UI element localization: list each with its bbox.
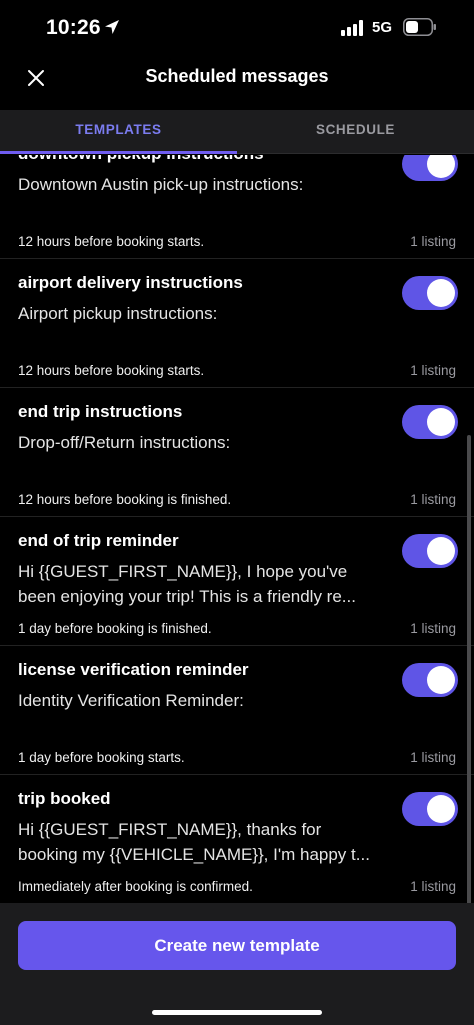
- template-listing-count: 1 listing: [410, 234, 456, 249]
- template-toggle[interactable]: [402, 276, 458, 310]
- template-preview: Airport pickup instructions:: [18, 301, 388, 326]
- template-preview-line: Hi {{GUEST_FIRST_NAME}}, I hope you've: [18, 562, 348, 581]
- template-item-end-of-trip-reminder[interactable]: end of trip reminder Hi {{GUEST_FIRST_NA…: [0, 517, 474, 646]
- template-preview-line: Airport pickup instructions:: [18, 304, 218, 323]
- network-label: 5G: [372, 19, 393, 36]
- template-listing-count: 1 listing: [410, 492, 456, 507]
- template-item-airport-delivery[interactable]: airport delivery instructions Airport pi…: [0, 259, 474, 388]
- scrollbar[interactable]: [467, 435, 471, 903]
- template-listing-count: 1 listing: [410, 363, 456, 378]
- template-schedule: 1 day before booking starts.: [18, 750, 185, 765]
- template-schedule: 12 hours before booking is finished.: [18, 492, 232, 507]
- toggle-knob: [427, 537, 455, 565]
- template-item-end-trip[interactable]: end trip instructions Drop-off/Return in…: [0, 388, 474, 517]
- template-item-downtown-pickup[interactable]: downtown pickup instructions Downtown Au…: [0, 155, 474, 259]
- template-list[interactable]: downtown pickup instructions Downtown Au…: [0, 155, 474, 903]
- template-schedule: 1 day before booking is finished.: [18, 621, 212, 636]
- template-preview: Identity Verification Reminder:: [18, 688, 388, 713]
- template-preview-line: Downtown Austin pick-up instructions:: [18, 175, 304, 194]
- template-list-content: downtown pickup instructions Downtown Au…: [0, 155, 474, 903]
- cellular-signal-icon: [341, 20, 363, 36]
- template-preview: Drop-off/Return instructions:: [18, 430, 388, 455]
- template-preview: Hi {{GUEST_FIRST_NAME}}, I hope you've b…: [18, 559, 388, 609]
- tab-active-indicator: [0, 151, 237, 154]
- template-preview: Downtown Austin pick-up instructions:: [18, 172, 388, 197]
- template-schedule: 12 hours before booking starts.: [18, 363, 205, 378]
- toggle-knob: [427, 795, 455, 823]
- location-arrow-icon: [105, 20, 119, 34]
- template-preview-line: Hi {{GUEST_FIRST_NAME}}, thanks for: [18, 820, 322, 839]
- template-title: end of trip reminder: [18, 531, 179, 550]
- template-title: airport delivery instructions: [18, 273, 243, 292]
- status-time: 10:26: [46, 16, 101, 39]
- template-toggle[interactable]: [402, 405, 458, 439]
- template-toggle[interactable]: [402, 792, 458, 826]
- home-indicator: [152, 1010, 322, 1015]
- template-preview-line: Identity Verification Reminder:: [18, 691, 244, 710]
- status-bar: 10:26 5G: [0, 0, 474, 56]
- toggle-knob: [427, 408, 455, 436]
- template-toggle[interactable]: [402, 155, 458, 181]
- template-listing-count: 1 listing: [410, 750, 456, 765]
- create-template-button[interactable]: Create new template: [18, 921, 456, 970]
- tab-schedule[interactable]: SCHEDULE: [237, 110, 474, 154]
- tab-bar: TEMPLATES SCHEDULE: [0, 110, 474, 154]
- template-toggle[interactable]: [402, 534, 458, 568]
- template-item-trip-booked[interactable]: trip booked Hi {{GUEST_FIRST_NAME}}, tha…: [0, 775, 474, 903]
- footer: Create new template: [0, 903, 474, 1025]
- template-title: end trip instructions: [18, 402, 183, 421]
- template-schedule: Immediately after booking is confirmed.: [18, 879, 253, 894]
- template-title: trip booked: [18, 789, 111, 808]
- tab-templates[interactable]: TEMPLATES: [0, 110, 237, 154]
- toggle-knob: [427, 155, 455, 178]
- template-item-license-verification[interactable]: license verification reminder Identity V…: [0, 646, 474, 775]
- template-listing-count: 1 listing: [410, 879, 456, 894]
- template-title: downtown pickup instructions: [18, 155, 264, 164]
- toggle-knob: [427, 666, 455, 694]
- template-listing-count: 1 listing: [410, 621, 456, 636]
- template-preview: Hi {{GUEST_FIRST_NAME}}, thanks for book…: [18, 817, 388, 867]
- template-title: license verification reminder: [18, 660, 249, 679]
- battery-icon: [403, 18, 436, 36]
- page-title: Scheduled messages: [145, 66, 329, 86]
- template-preview-line: been enjoying your trip! This is a frien…: [18, 587, 356, 606]
- template-preview-line: Drop-off/Return instructions:: [18, 433, 231, 452]
- template-schedule: 12 hours before booking starts.: [18, 234, 205, 249]
- template-preview-line: booking my {{VEHICLE_NAME}}, I'm happy t…: [18, 845, 370, 864]
- toggle-knob: [427, 279, 455, 307]
- template-toggle[interactable]: [402, 663, 458, 697]
- nav-header: Scheduled messages: [0, 56, 474, 100]
